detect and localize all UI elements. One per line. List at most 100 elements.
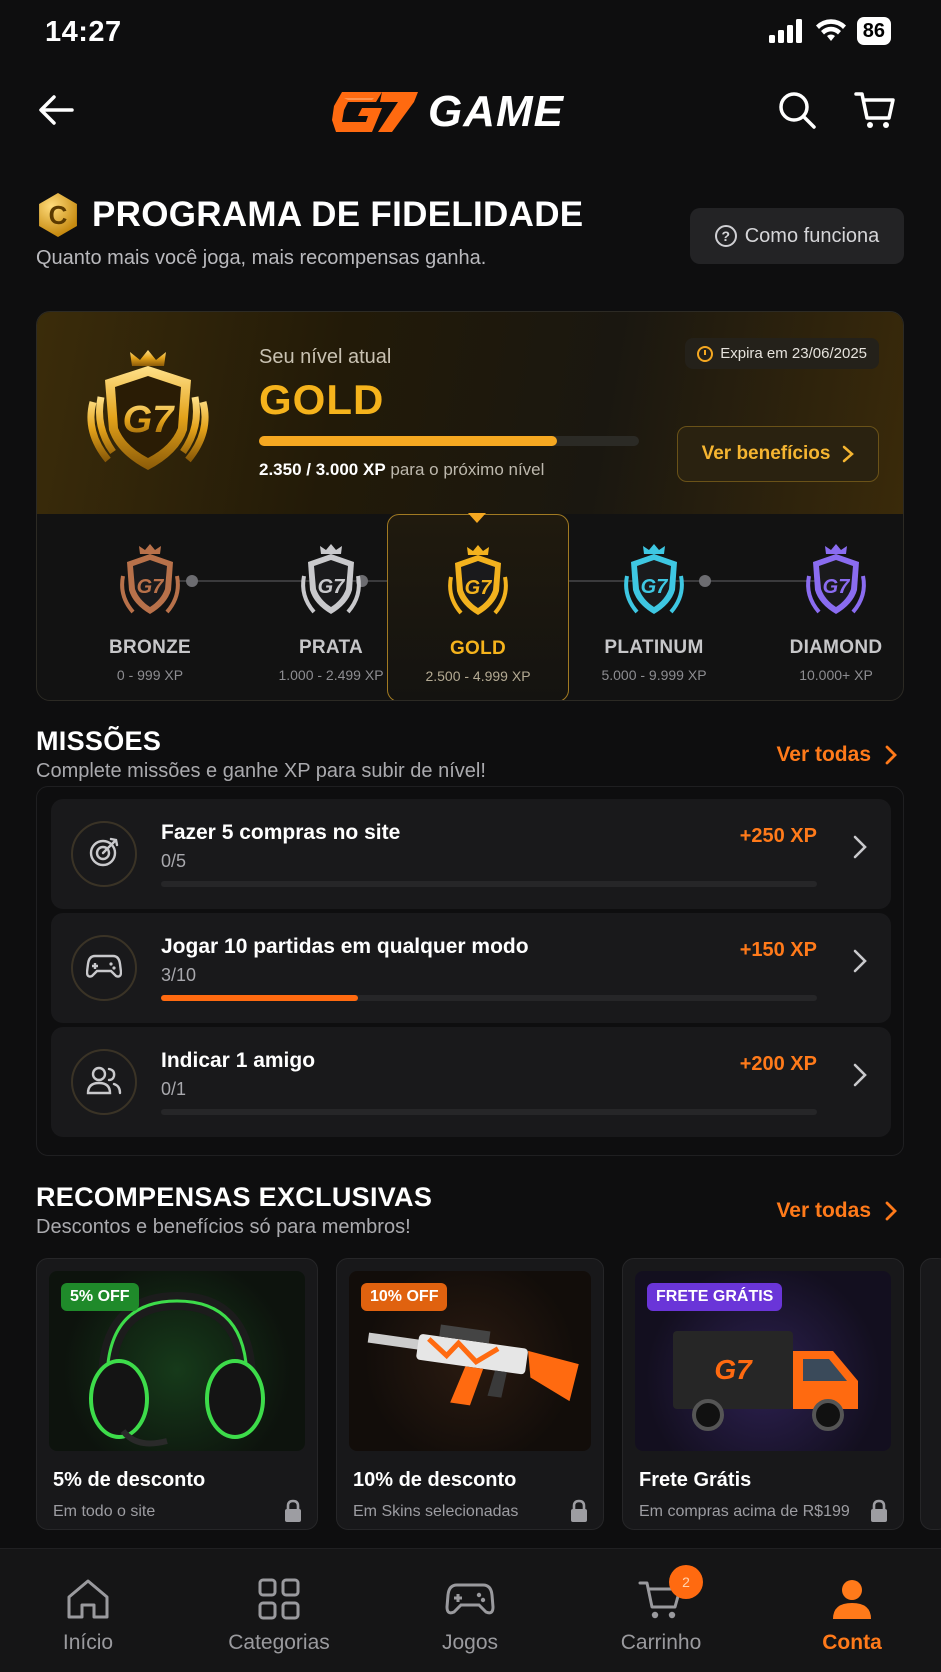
level-progress-fill: [259, 436, 557, 446]
reward-title: Frete Grátis: [639, 1469, 752, 1491]
mission-title: Indicar 1 amigo: [161, 1049, 316, 1072]
expiry-chip: Expira em 23/06/2025: [685, 338, 879, 369]
mission-progress-fill: [161, 995, 358, 1001]
svg-text:G7: G7: [714, 1354, 753, 1385]
rewards-see-all-link[interactable]: Ver todas: [776, 1199, 897, 1223]
how-it-works-label: Como funciona: [744, 224, 880, 247]
target-icon: [87, 835, 121, 874]
diamond-badge-icon: G7: [806, 544, 866, 614]
mission-item[interactable]: Indicar 1 amigo 0/1 +200 XP: [51, 1027, 891, 1137]
reward-title: 5% de desconto: [53, 1469, 206, 1491]
see-all-label: Ver todas: [776, 1199, 871, 1222]
prata-badge-icon: G7: [301, 544, 361, 614]
rewards-title: RECOMPENSAS EXCLUSIVAS: [36, 1182, 433, 1212]
level-name: GOLD: [259, 376, 385, 423]
how-it-works-button[interactable]: ? Como funciona: [690, 208, 904, 264]
chevron-right-icon: [853, 949, 867, 978]
chevron-right-icon: [885, 1201, 897, 1221]
tier-bronze[interactable]: G7 BRONZE 0 - 999 XP: [64, 514, 236, 700]
reward-image: G7 FRETE GRÁTIS: [635, 1271, 891, 1451]
bronze-badge-icon: G7: [120, 544, 180, 614]
current-level-panel: G7 Seu nível atual GOLD 2.350 / 3.000 XP…: [37, 312, 903, 514]
tier-range: 0 - 999 XP: [116, 667, 184, 683]
nav-label: Carrinho: [620, 1631, 702, 1654]
page-title: PROGRAMA DE FIDELIDADE: [92, 195, 584, 234]
cart-icon: 2: [635, 1565, 703, 1623]
tier-name: PLATINUM: [604, 637, 704, 658]
tier-gold[interactable]: G7 GOLD 2.500 - 4.999 XP: [387, 513, 569, 700]
reward-card[interactable]: 10% OFF 10% de desconto Em Skins selecio…: [336, 1258, 604, 1530]
battery-indicator: 86: [856, 17, 891, 45]
missions-see-all-link[interactable]: Ver todas: [776, 743, 897, 767]
arrow-left-icon: [39, 95, 74, 125]
svg-text:G7: G7: [318, 576, 346, 598]
help-icon: ?: [714, 225, 737, 247]
mission-xp-reward: +200 XP: [739, 1053, 817, 1075]
status-bar: 14:27 86: [0, 0, 941, 66]
mission-xp-reward: +250 XP: [739, 825, 817, 847]
mission-title: Jogar 10 partidas em qualquer modo: [161, 935, 529, 958]
reward-image: 5% OFF: [49, 1271, 305, 1451]
mission-progress-text: 3/10: [161, 965, 197, 985]
brand-name: GAME: [428, 87, 564, 136]
view-benefits-label: Ver benefícios: [701, 443, 831, 464]
mission-progress-bar: [161, 881, 817, 887]
svg-text:G7: G7: [123, 399, 176, 441]
back-button[interactable]: [34, 88, 78, 132]
nav-categorias[interactable]: Categorias: [199, 1575, 359, 1655]
tier-range: 2.500 - 4.999 XP: [425, 668, 531, 684]
mission-item[interactable]: Jogar 10 partidas em qualquer modo 3/10 …: [51, 913, 891, 1023]
mission-progress-bar: [161, 995, 817, 1001]
nav-label: Jogos: [441, 1631, 499, 1654]
reward-card-peek: [920, 1258, 941, 1530]
reward-subtitle: Em todo o site: [53, 1503, 156, 1520]
mission-icon-wrap: [71, 935, 137, 1001]
cart-icon: [854, 92, 895, 128]
rewards-subtitle: Descontos e benefícios só para membros!: [36, 1216, 411, 1238]
lock-icon: [283, 1499, 303, 1528]
reward-tag: 5% OFF: [61, 1283, 139, 1311]
loyalty-coin-icon: C: [39, 193, 77, 237]
nav-jogos[interactable]: Jogos: [390, 1575, 550, 1655]
xp-progress-text: 2.350 / 3.000 XP para o próximo nível: [259, 460, 544, 480]
users-icon: [86, 1065, 122, 1100]
reward-subtitle: Em Skins selecionadas: [353, 1503, 519, 1520]
expiry-text: Expira em 23/06/2025: [720, 345, 867, 362]
gamepad-icon: [85, 952, 123, 985]
reward-subtitle: Em compras acima de R$199: [639, 1503, 850, 1520]
tier-diamond[interactable]: G7 DIAMOND 10.000+ XP: [750, 514, 903, 700]
nav-label: Categorias: [228, 1631, 330, 1654]
reward-card[interactable]: G7 FRETE GRÁTIS Frete Grátis Em compras …: [622, 1258, 904, 1530]
nav-conta[interactable]: Conta: [772, 1575, 932, 1655]
mission-item[interactable]: Fazer 5 compras no site 0/5 +250 XP: [51, 799, 891, 909]
cart-button[interactable]: [853, 88, 901, 136]
search-icon: [779, 92, 816, 129]
mission-progress-bar: [161, 1109, 817, 1115]
clock-icon: [697, 345, 714, 362]
tier-platinum[interactable]: G7 PLATINUM 5.000 - 9.999 XP: [568, 514, 740, 700]
svg-text:G7: G7: [137, 576, 165, 598]
nav-carrinho[interactable]: 2 Carrinho: [581, 1565, 741, 1655]
reward-tag: FRETE GRÁTIS: [647, 1283, 783, 1311]
svg-text:G7: G7: [641, 576, 669, 598]
user-icon: [826, 1575, 878, 1623]
tier-name: GOLD: [449, 638, 507, 659]
tier-range: 5.000 - 9.999 XP: [601, 667, 707, 683]
mission-progress-text: 0/5: [161, 851, 187, 871]
search-button[interactable]: [775, 88, 823, 136]
see-all-label: Ver todas: [776, 743, 871, 766]
svg-text:G7: G7: [823, 576, 851, 598]
reward-image: 10% OFF: [349, 1271, 591, 1451]
chevron-right-icon: [853, 835, 867, 864]
reward-tag: 10% OFF: [361, 1283, 448, 1311]
gamepad-icon: [444, 1575, 496, 1623]
nav-inicio[interactable]: Início: [8, 1575, 168, 1655]
mission-xp-reward: +150 XP: [739, 939, 817, 961]
gold-badge-icon: G7: [448, 545, 508, 615]
signal-icon: [768, 19, 802, 43]
level-progress-bar: [259, 436, 639, 446]
xp-current: 2.350 / 3.000 XP: [259, 460, 386, 479]
chevron-right-icon: [843, 445, 855, 463]
view-benefits-button[interactable]: Ver benefícios: [677, 426, 879, 482]
reward-card[interactable]: 5% OFF 5% de desconto Em todo o site: [36, 1258, 318, 1530]
